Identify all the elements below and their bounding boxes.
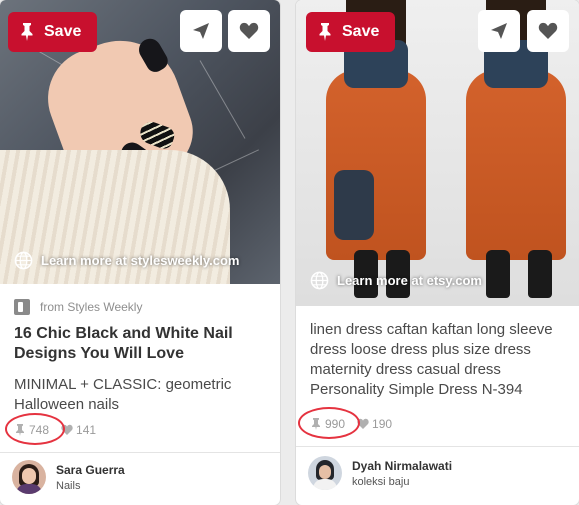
pinner-name[interactable]: Sara Guerra xyxy=(56,463,125,477)
learn-more-text: Learn more at etsy.com xyxy=(337,273,482,288)
learn-more-text: Learn more at stylesweekly.com xyxy=(41,253,240,268)
pin-description: MINIMAL + CLASSIC: geometric Halloween n… xyxy=(14,376,232,413)
save-button[interactable]: Save xyxy=(8,12,97,52)
avatar[interactable] xyxy=(12,460,46,494)
board-name[interactable]: Nails xyxy=(56,480,125,492)
source-text: from Styles Weekly xyxy=(40,300,143,314)
like-value: 190 xyxy=(372,417,393,431)
send-icon xyxy=(193,23,209,39)
pin-title[interactable]: 16 Chic Black and White Nail Designs You… xyxy=(14,324,274,364)
send-button[interactable] xyxy=(180,10,222,52)
save-label: Save xyxy=(44,23,82,40)
divider xyxy=(0,452,280,453)
heart-icon xyxy=(538,22,558,39)
pinner-name[interactable]: Dyah Nirmalawati xyxy=(352,459,452,473)
boot xyxy=(486,250,510,298)
learn-more-link[interactable]: Learn more at etsy.com xyxy=(310,271,482,290)
handbag xyxy=(334,170,374,240)
globe-icon xyxy=(14,251,33,270)
heart-icon xyxy=(239,22,259,39)
board-name[interactable]: koleksi baju xyxy=(352,476,452,488)
send-button[interactable] xyxy=(478,10,520,52)
pin-source[interactable]: from Styles Weekly xyxy=(14,299,142,315)
learn-more-link[interactable]: Learn more at stylesweekly.com xyxy=(14,251,239,270)
pin-description: linen dress caftan kaftan long sleeve dr… xyxy=(310,321,553,398)
like-button[interactable] xyxy=(228,10,270,52)
pin-icon xyxy=(21,23,33,41)
dress xyxy=(466,70,566,260)
pin-card-dress[interactable]: Save Learn more at etsy.com linen dress … xyxy=(296,0,579,505)
like-count: 141 xyxy=(61,423,96,437)
like-button[interactable] xyxy=(527,10,569,52)
pinner-info[interactable]: Dyah Nirmalawati koleksi baju xyxy=(308,456,452,490)
globe-icon xyxy=(310,271,329,290)
like-value: 141 xyxy=(76,423,97,437)
pin-image-nails[interactable]: Save Learn more at stylesweekly.com xyxy=(0,0,280,284)
highlight-circle xyxy=(5,413,65,445)
pin-image-dress[interactable]: Save Learn more at etsy.com xyxy=(296,0,579,306)
send-icon xyxy=(491,23,507,39)
like-count: 190 xyxy=(357,417,392,431)
pin-card-nails[interactable]: Save Learn more at stylesweekly.com from… xyxy=(0,0,280,505)
save-label: Save xyxy=(342,23,380,40)
pin-icon xyxy=(319,23,331,41)
highlight-circle xyxy=(298,407,360,439)
boot xyxy=(528,250,552,298)
source-logo-icon xyxy=(14,299,30,315)
divider xyxy=(296,446,579,447)
marble-vein xyxy=(199,60,246,139)
pinner-info[interactable]: Sara Guerra Nails xyxy=(12,460,125,494)
avatar[interactable] xyxy=(308,456,342,490)
save-button[interactable]: Save xyxy=(306,12,395,52)
